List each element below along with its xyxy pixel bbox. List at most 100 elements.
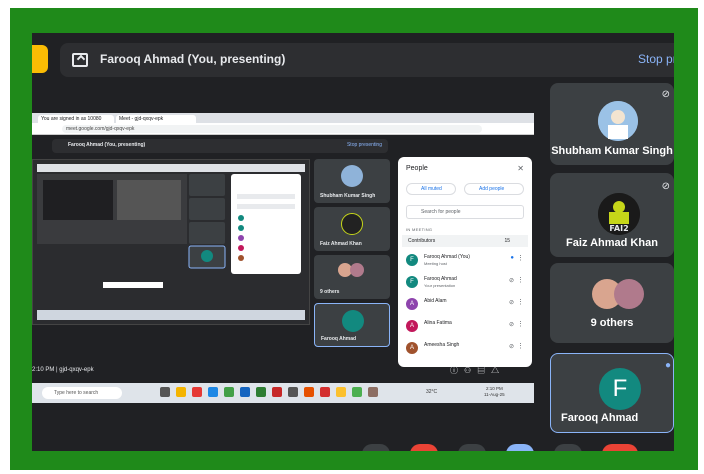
- avatar: [598, 101, 638, 141]
- mic-button[interactable]: [362, 444, 390, 451]
- meet-window: Farooq Ahmad (You, presenting) Stop pres…: [32, 33, 674, 451]
- avatar: F: [599, 368, 641, 410]
- close-icon[interactable]: ✕: [517, 164, 524, 173]
- add-people-button[interactable]: Add people: [464, 183, 524, 195]
- word-icon[interactable]: [240, 387, 250, 397]
- avatar: F: [406, 254, 418, 266]
- app-icon[interactable]: [224, 387, 234, 397]
- nested-screen-thumbnail: [37, 164, 305, 320]
- mic-off-icon: ⊘: [508, 300, 514, 306]
- taskbar-clock: 2:10 PM 11-Aug-25: [484, 386, 505, 398]
- section-caption: IN MEETING: [406, 227, 433, 232]
- inner-shared-screen: [32, 159, 310, 325]
- participant-tile[interactable]: ⊘ Shubham Kumar Singh: [550, 83, 674, 165]
- avatar: [614, 279, 644, 309]
- inner-banner-title: Farooq Ahmad (You, presenting): [68, 142, 146, 148]
- participant-name: Farooq Ahmad (You): [424, 254, 470, 260]
- meeting-controls: [332, 444, 662, 451]
- inner-tile-name: Faiz Ahmad Khan: [320, 241, 362, 247]
- list-item[interactable]: A Alina Fatima ⊘ ⋮: [406, 317, 526, 337]
- participant-tile[interactable]: F ● Farooq Ahmad: [550, 353, 674, 433]
- people-title: People: [406, 165, 428, 172]
- mic-off-icon: ⊘: [661, 181, 670, 192]
- app-icon[interactable]: [320, 387, 330, 397]
- avatar: FAI2: [598, 193, 640, 235]
- list-item[interactable]: A Abid Alam ⊘ ⋮: [406, 295, 526, 315]
- mic-off-icon: ⊘: [508, 322, 514, 328]
- list-item[interactable]: F Farooq Ahmad (You) Meeting host ● ⋮: [406, 251, 526, 271]
- meeting-time: 2:10 PM | gjd-qxqv-epk: [32, 367, 94, 373]
- weather: 32°C: [426, 389, 438, 395]
- avatar: A: [406, 320, 418, 332]
- presenting-banner: Farooq Ahmad (You, presenting) Stop pres…: [60, 43, 674, 77]
- settings-icon[interactable]: [288, 387, 298, 397]
- app-icon[interactable]: [192, 387, 202, 397]
- inner-tile: Faiz Ahmad Khan: [314, 207, 390, 251]
- people-panel: People ✕ All muted Add people Search for…: [398, 157, 532, 367]
- powerpoint-icon[interactable]: [304, 387, 314, 397]
- avatar: F: [406, 276, 418, 288]
- contributors-count: 15: [504, 238, 510, 244]
- app-icon[interactable]: [368, 387, 378, 397]
- edge-icon[interactable]: [208, 387, 218, 397]
- chrome-icon[interactable]: [336, 387, 346, 397]
- inner-avatar: [341, 213, 363, 235]
- inner-banner-stop: Stop presenting: [346, 142, 382, 148]
- mic-off-icon: ⊘: [508, 278, 514, 284]
- more-icon[interactable]: ⋮: [517, 254, 524, 262]
- captions-button[interactable]: [458, 444, 486, 451]
- participant-role: Meeting host: [424, 261, 447, 266]
- present-button[interactable]: [506, 444, 534, 451]
- participant-name: 9 others: [590, 317, 634, 329]
- avatar: A: [406, 342, 418, 354]
- more-options-button[interactable]: [554, 444, 582, 451]
- participant-name: Ameesha Singh: [424, 342, 460, 348]
- more-icon[interactable]: ⋮: [517, 320, 524, 328]
- inner-avatar: [342, 310, 364, 332]
- windows-taskbar: Type here to search 32°C 2:10 PM 11-Aug-…: [32, 383, 534, 403]
- participant-tile[interactable]: 9 others: [550, 263, 674, 343]
- participant-role: Your presentation: [424, 283, 456, 288]
- inner-tile-name: Shubham Kumar Singh: [320, 193, 376, 199]
- taskview-icon[interactable]: [160, 387, 170, 397]
- taskbar-search[interactable]: Type here to search: [42, 387, 122, 399]
- mic-off-icon: ⊘: [508, 344, 514, 350]
- camera-button[interactable]: [410, 444, 438, 451]
- more-icon[interactable]: ⋮: [517, 298, 524, 306]
- presenting-title: Farooq Ahmad (You, presenting): [100, 52, 286, 66]
- browser-url: meet.google.com/gjd-qxqv-epk: [62, 125, 482, 133]
- clock-date: 11-Aug-25: [484, 392, 505, 397]
- mic-off-icon: ⊘: [661, 89, 670, 100]
- contributors-label: Contributors: [408, 238, 436, 244]
- chrome-icon[interactable]: [352, 387, 362, 397]
- inner-tile: 9 others: [314, 255, 390, 299]
- excel-icon[interactable]: [256, 387, 266, 397]
- more-icon[interactable]: ⋮: [517, 342, 524, 350]
- inner-tile: Shubham Kumar Singh: [314, 159, 390, 203]
- browser-tab: You are signed in as 10080: [38, 115, 114, 123]
- inner-tile-name: 9 others: [320, 289, 340, 295]
- contributors-header[interactable]: Contributors 15: [402, 235, 528, 247]
- stop-presenting-button[interactable]: Stop presenting: [638, 52, 674, 66]
- browser-tab: Meet - gjd-qxqv-epk: [116, 115, 196, 123]
- avatar-logo: FAI2: [598, 193, 640, 235]
- acrobat-icon[interactable]: [272, 387, 282, 397]
- camera-off-icon[interactable]: [32, 45, 48, 73]
- top-bar: Farooq Ahmad (You, presenting) Stop pres…: [32, 41, 674, 79]
- participant-name: Farooq Ahmad: [561, 412, 639, 424]
- list-item[interactable]: F Farooq Ahmad Your presentation ⊘ ⋮: [406, 273, 526, 293]
- participant-tile[interactable]: FAI2 ⊘ Faiz Ahmad Khan: [550, 173, 674, 257]
- list-item[interactable]: A Ameesha Singh ⊘ ⋮: [406, 339, 526, 359]
- speaking-icon: ●: [510, 255, 514, 261]
- inner-presenting-banner: Farooq Ahmad (You, presenting) Stop pres…: [52, 139, 388, 153]
- all-muted-button[interactable]: All muted: [406, 183, 456, 195]
- avatar-photo: [598, 101, 638, 141]
- search-people-input[interactable]: Search for people: [406, 205, 524, 219]
- shared-screen: You are signed in as 10080 Meet - gjd-qx…: [32, 113, 534, 403]
- leave-call-button[interactable]: [602, 444, 638, 451]
- folder-icon[interactable]: [176, 387, 186, 397]
- participant-name: Abid Alam: [424, 298, 447, 304]
- more-icon[interactable]: ⋮: [517, 276, 524, 284]
- inner-avatar: [350, 263, 364, 277]
- avatar-logo-text: FAI2: [609, 224, 628, 233]
